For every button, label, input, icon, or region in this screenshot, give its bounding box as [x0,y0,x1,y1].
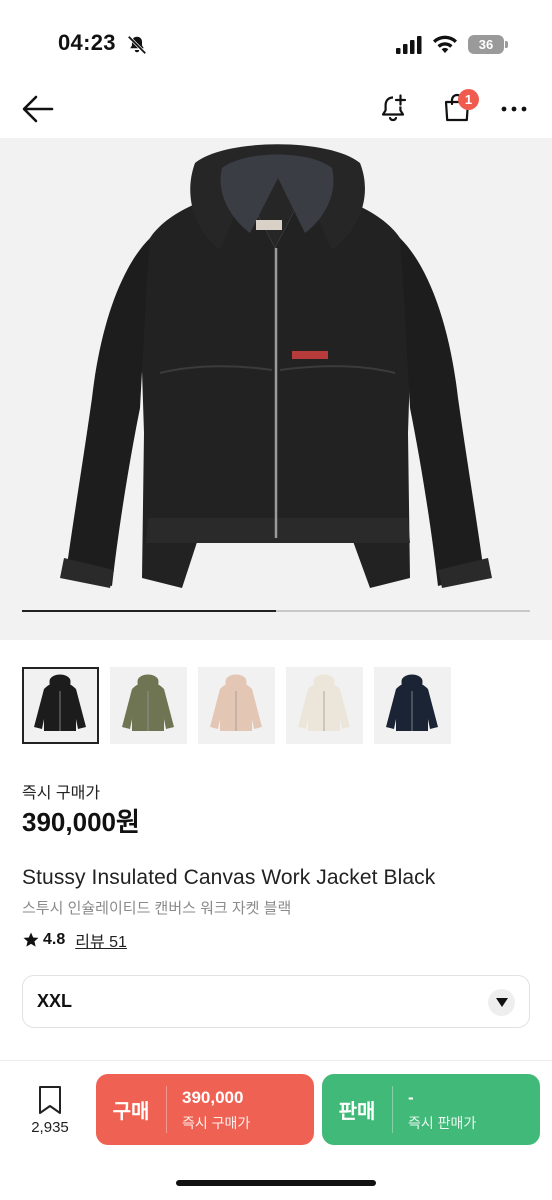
carousel-progress-track [22,610,530,612]
jacket-thumbnail-image [386,674,438,731]
status-bar: 04:23 36 [0,0,552,80]
product-thumbnail[interactable] [198,667,275,744]
product-thumbnail[interactable] [22,667,99,744]
buy-button-label: 구매 [112,1101,150,1123]
cart-badge: 1 [458,89,479,110]
size-select[interactable]: XXL [22,975,530,1028]
price-label: 즉시 구매가 [22,785,101,802]
sell-button-divider [392,1086,393,1133]
wifi-icon [433,35,457,53]
jacket-thumbnail-image [210,674,262,731]
battery-tip [505,41,508,48]
wishlist-button[interactable]: 2,935 [24,1085,76,1136]
jacket-thumbnail-image [34,674,86,731]
product-image [60,144,492,588]
jacket-thumbnail-image [298,674,350,731]
sell-button-price: - [408,1088,414,1107]
product-name: Stussy Insulated Canvas Work Jacket Blac… [22,866,436,889]
sell-button[interactable]: 판매 - 즉시 판매가 [322,1074,540,1145]
thumbnail-list [22,667,451,744]
bookmark-icon [39,1086,61,1114]
battery-icon: 36 [468,35,504,54]
price-value: 390,000원 [22,807,140,837]
chevron-down-icon [495,998,508,1007]
star-icon [23,932,39,947]
rating-row: 4.8 리뷰 51 [22,928,127,952]
product-image-carousel[interactable] [0,138,552,640]
back-button[interactable] [18,92,58,126]
buy-button-price: 390,000 [182,1088,244,1107]
carousel-progress-fill [22,610,276,612]
alarm-button[interactable] [374,88,414,128]
buy-button-divider [166,1086,167,1133]
signal-icon [396,36,422,54]
status-time: 04:23 [58,30,116,55]
alarm-add-icon [381,94,407,122]
size-dropdown-toggle[interactable] [488,989,515,1016]
wishlist-count: 2,935 [31,1119,69,1136]
bottom-action-bar: 2,935 구매 390,000 즉시 구매가 판매 - 즉시 판매가 [0,1060,552,1200]
buy-button-subtitle: 즉시 구매가 [182,1115,251,1131]
product-name-korean: 스투시 인슐레이티드 캔버스 워크 자켓 블랙 [22,900,292,917]
bell-slash-icon [127,35,147,55]
size-value: XXL [37,991,73,1011]
rating-value: 4.8 [43,931,66,948]
review-link[interactable]: 리뷰 51 [75,928,127,952]
more-icon [501,106,527,112]
more-button[interactable] [494,92,534,126]
back-arrow-icon [22,95,54,123]
jacket-thumbnail-image [122,674,174,731]
product-thumbnail[interactable] [286,667,363,744]
buy-button[interactable]: 구매 390,000 즉시 구매가 [96,1074,314,1145]
product-thumbnail[interactable] [110,667,187,744]
sell-button-label: 판매 [338,1101,376,1123]
product-thumbnail[interactable] [374,667,451,744]
sell-button-subtitle: 즉시 판매가 [408,1115,477,1131]
home-indicator [176,1180,376,1186]
